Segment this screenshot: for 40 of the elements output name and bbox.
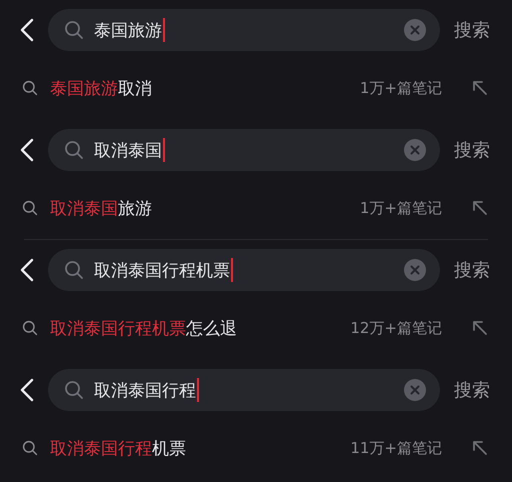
back-icon[interactable]	[20, 18, 34, 42]
clear-icon[interactable]	[404, 19, 426, 41]
search-query: 取消泰国行程机票	[94, 258, 233, 282]
search-query: 取消泰国	[94, 138, 165, 162]
search-icon	[22, 320, 38, 336]
search-button[interactable]: 搜索	[454, 258, 490, 282]
arrow-icon[interactable]	[472, 80, 488, 96]
search-field[interactable]: 取消泰国	[48, 129, 440, 171]
search-field[interactable]: 取消泰国行程	[48, 369, 440, 411]
search-button[interactable]: 搜索	[454, 138, 490, 162]
suggestion-text[interactable]: 取消泰国行程机票	[50, 436, 186, 460]
note-count: 12万+篇笔记	[350, 318, 442, 338]
clear-icon[interactable]	[404, 139, 426, 161]
suggestion-text[interactable]: 取消泰国行程机票怎么退	[50, 316, 237, 340]
search-icon	[22, 80, 38, 96]
search-query: 泰国旅游	[94, 18, 165, 42]
back-icon[interactable]	[20, 138, 34, 162]
search-icon	[22, 200, 38, 216]
note-count: 1万+篇笔记	[360, 78, 442, 98]
search-icon	[64, 140, 84, 160]
back-icon[interactable]	[20, 258, 34, 282]
search-button[interactable]: 搜索	[454, 378, 490, 402]
search-query: 取消泰国行程	[94, 378, 199, 402]
note-count: 11万+篇笔记	[350, 438, 442, 458]
search-icon	[22, 440, 38, 456]
search-field[interactable]: 取消泰国行程机票	[48, 249, 440, 291]
note-count: 1万+篇笔记	[360, 198, 442, 218]
back-icon[interactable]	[20, 378, 34, 402]
arrow-icon[interactable]	[472, 320, 488, 336]
suggestion-text[interactable]: 取消泰国旅游	[50, 196, 152, 220]
clear-icon[interactable]	[404, 259, 426, 281]
arrow-icon[interactable]	[472, 440, 488, 456]
search-field[interactable]: 泰国旅游	[48, 9, 440, 51]
search-icon	[64, 380, 84, 400]
search-icon	[64, 20, 84, 40]
arrow-icon[interactable]	[472, 200, 488, 216]
suggestion-text[interactable]: 泰国旅游取消	[50, 76, 152, 100]
search-button[interactable]: 搜索	[454, 18, 490, 42]
clear-icon[interactable]	[404, 379, 426, 401]
search-icon	[64, 260, 84, 280]
